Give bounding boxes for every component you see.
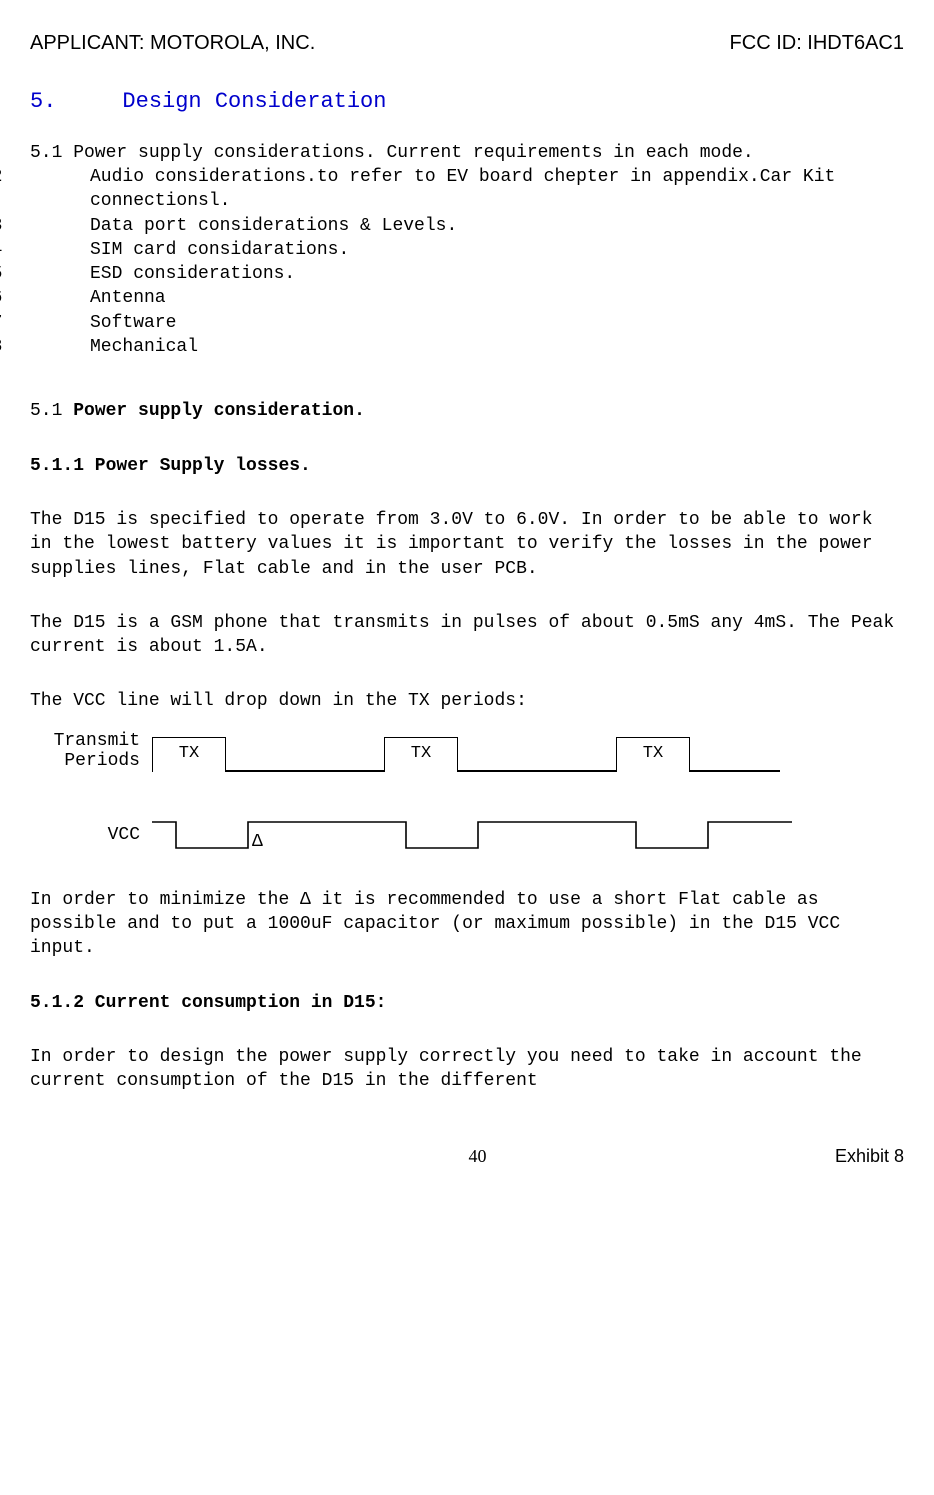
vcc-waveform [152,814,792,858]
toc-line: 5.6Antenna [30,286,904,310]
paragraph-1: The D15 is specified to operate from 3.0… [30,508,904,581]
tx-pulse-line: TX TX TX [152,732,780,772]
tx-label-line2: Periods [64,751,140,771]
paragraph-4: In order to minimize the Δ it is recomme… [30,888,904,961]
toc-num: 5.3 [30,214,90,238]
tx-label: Transmit Periods [30,732,152,772]
paragraph-2: The D15 is a GSM phone that transmits in… [30,611,904,660]
toc-text: ESD considerations. [90,264,295,284]
toc-text: SIM card considarations. [90,240,349,260]
heading-5-1-2: 5.1.2 Current consumption in D15: [30,991,904,1015]
toc-text: Mechanical [90,337,198,357]
page-number: 40 [120,1144,835,1168]
tx-label-line1: Transmit [54,731,140,751]
heading-5-1: 5.1 Power supply consideration. [30,399,904,423]
toc-num: 5.8 [30,335,90,359]
toc-text: Antenna [90,288,166,308]
toc-line: 5.3Data port considerations & Levels. [30,214,904,238]
tx-pulse-2: TX [384,737,458,772]
fcc-id-label: FCC ID: IHDT6AC1 [730,30,904,57]
page-header: APPLICANT: MOTOROLA, INC. FCC ID: IHDT6A… [30,30,904,57]
paragraph-5: In order to design the power supply corr… [30,1045,904,1094]
section-number: 5. [30,89,56,114]
section-title: 5. Design Consideration [30,87,904,117]
toc-list: 5.2Audio considerations.to refer to EV b… [30,165,904,359]
delta-symbol: Δ [252,830,263,854]
tx-pulse-1: TX [152,737,226,772]
tx-baseline-1 [226,770,384,772]
toc-num: 5.7 [30,311,90,335]
toc-text: Data port considerations & Levels. [90,216,457,236]
vcc-label: VCC [30,826,152,846]
toc-num: 5.4 [30,238,90,262]
toc-text: Audio considerations.to refer to EV boar… [90,167,835,211]
toc-text: Software [90,313,176,333]
applicant-label: APPLICANT: MOTOROLA, INC. [30,30,315,57]
page-footer: 40 Exhibit 8 [30,1144,904,1168]
toc-num: 5.5 [30,262,90,286]
toc-line: 5.2Audio considerations.to refer to EV b… [30,165,904,214]
toc-line: 5.7Software [30,311,904,335]
heading-5-1-1: 5.1.1 Power Supply losses. [30,454,904,478]
toc-line: 5.8Mechanical [30,335,904,359]
toc-num: 5.2 [30,165,90,189]
toc-line: 5.4SIM card considarations. [30,238,904,262]
toc-line: 5.5ESD considerations. [30,262,904,286]
exhibit-label: Exhibit 8 [835,1144,904,1168]
tx-baseline-2 [458,770,616,772]
timing-diagram: Transmit Periods TX TX TX VCC Δ [30,732,904,858]
toc-num: 5.6 [30,286,90,310]
section-heading-text: Design Consideration [122,89,386,114]
tx-baseline-3 [690,770,780,772]
heading-5-1-title: Power supply consideration. [73,401,365,421]
heading-5-1-num: 5.1 [30,401,73,421]
paragraph-3: The VCC line will drop down in the TX pe… [30,689,904,713]
tx-pulse-3: TX [616,737,690,772]
toc-line-5-1: 5.1 Power supply considerations. Current… [30,141,904,165]
